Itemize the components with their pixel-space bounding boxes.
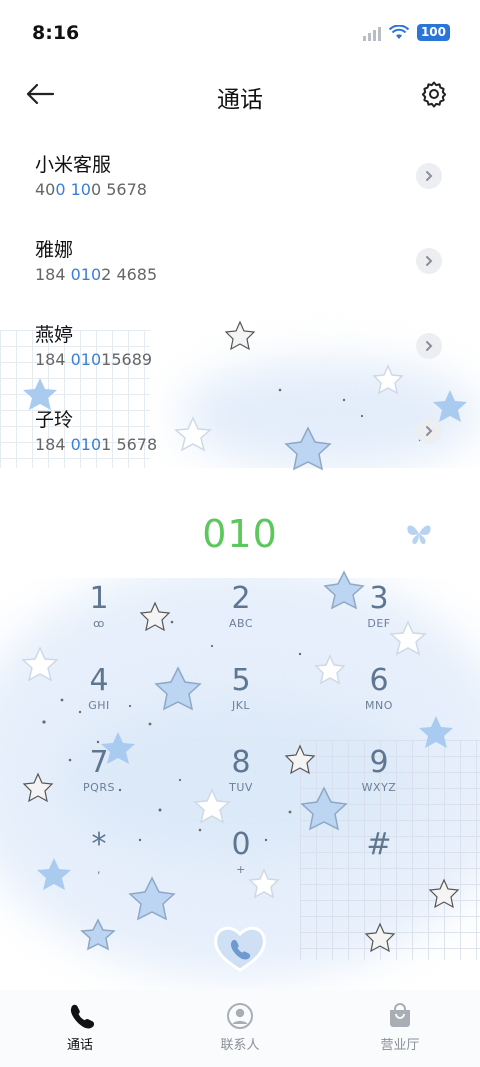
contact-number: 400 100 5678 [35,180,147,199]
tab-calls[interactable]: 通话 [0,990,160,1067]
status-icons: 100 [362,24,450,41]
key-hash[interactable]: # [324,826,434,896]
contact-number: 184 0101 5678 [35,435,158,454]
status-bar: 8:16 100 [0,0,480,68]
key-7[interactable]: 7 PQRS [44,744,154,814]
gear-icon [421,81,447,108]
recent-call-item[interactable]: 小米客服 400 100 5678 [0,140,480,225]
key-star[interactable]: * , [44,826,154,896]
status-time: 8:16 [32,22,80,44]
battery-indicator: 100 [416,24,450,41]
recent-call-item[interactable]: 雅娜 184 0102 4685 [0,225,480,310]
chevron-right-icon [426,426,433,436]
contact-name: 小米客服 [35,154,112,176]
key-3[interactable]: 3 DEF [324,580,434,650]
phone-icon [70,1004,94,1029]
phone-screen: 8:16 100 通话 小米客服 400 100 5678 雅娜 184 010… [0,0,480,1067]
recent-call-item[interactable]: 燕婷 184 01015689 [0,310,480,395]
number-match-highlight: 010 [70,435,102,454]
number-match-highlight: 010 [70,350,102,369]
key-1[interactable]: 1 ꝏ [44,580,154,650]
key-4[interactable]: 4 GHI [44,662,154,732]
contact-detail-button[interactable] [416,418,442,444]
key-5[interactable]: 5 JKL [186,662,296,732]
contact-detail-button[interactable] [416,163,442,189]
key-9[interactable]: 9 WXYZ [324,744,434,814]
contact-name: 燕婷 [35,324,74,346]
contact-name: 雅娜 [35,239,74,261]
contact-number: 184 01015689 [35,350,153,369]
tab-service-hall-label: 营业厅 [380,1038,420,1053]
tab-service-hall[interactable]: 营业厅 [320,990,480,1067]
contact-detail-button[interactable] [416,248,442,274]
chevron-right-icon [426,171,433,181]
page-title: 通话 [217,87,263,113]
recent-calls-list: 小米客服 400 100 5678 雅娜 184 0102 4685 燕婷 18… [0,140,480,480]
key-8[interactable]: 8 TUV [186,744,296,814]
bottom-navigation: 通话 联系人 营业厅 [0,990,480,1067]
bag-icon [390,1003,410,1027]
call-button[interactable] [212,924,268,974]
header: 通话 [0,68,480,122]
recent-call-item[interactable]: 子玲 184 0101 5678 [0,395,480,480]
settings-button[interactable] [418,78,450,110]
butterfly-icon[interactable] [405,522,433,546]
voicemail-icon: ꝏ [93,617,105,630]
chevron-right-icon [426,256,433,266]
contact-number: 184 0102 4685 [35,265,158,284]
tab-calls-label: 通话 [66,1038,93,1053]
key-2[interactable]: 2 ABC [186,580,296,650]
signal-icon [362,25,381,41]
tab-contacts[interactable]: 联系人 [160,990,320,1067]
contact-detail-button[interactable] [416,333,442,359]
number-match-highlight: 010 [70,265,102,284]
key-0[interactable]: 0 + [186,826,296,896]
wifi-icon [388,24,409,39]
contact-name: 子玲 [35,409,74,431]
key-6[interactable]: 6 MNO [324,662,434,732]
tab-contacts-label: 联系人 [220,1038,260,1053]
contacts-icon [227,1003,253,1029]
heart-call-icon [214,926,266,972]
chevron-right-icon [426,341,433,351]
number-match-highlight: 0 10 [55,180,91,199]
